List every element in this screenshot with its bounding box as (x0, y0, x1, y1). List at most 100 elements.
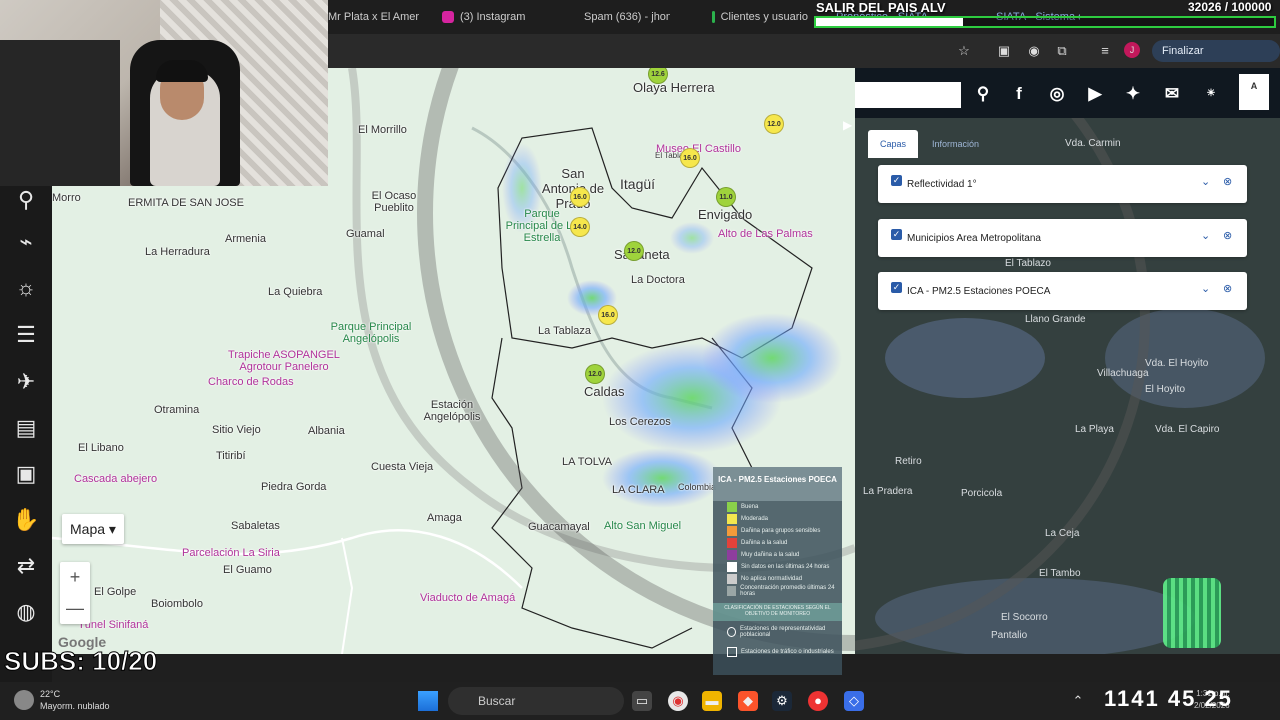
tab-informacion[interactable]: Información (920, 130, 991, 158)
tab-instagram[interactable]: (3) Instagram (442, 6, 562, 28)
station-marker[interactable]: 16.0 (598, 305, 618, 325)
folder-icon[interactable]: ▬ (702, 691, 722, 711)
legend-swatch (727, 514, 737, 524)
place-la-quiebra: La Quiebra (268, 286, 323, 298)
weather-icon[interactable] (14, 690, 34, 710)
globe-icon[interactable]: ◍ (10, 596, 42, 628)
profile-avatar[interactable]: J (1124, 42, 1140, 58)
legend-item: Concentración promedio últimas 24 horas (713, 585, 842, 597)
remove-layer-icon[interactable]: ⊗ (1223, 282, 1232, 295)
station-marker[interactable]: 12.0 (764, 114, 784, 134)
chevron-down-icon[interactable]: ⌄ (1201, 229, 1210, 242)
radar-icon[interactable]: ⌁ (10, 226, 42, 258)
place-el-ocaso-pueblito: El Ocaso Pueblito (371, 190, 417, 214)
station-marker[interactable]: 12.0 (624, 241, 644, 261)
place-parque-la-estrella: Parque Principal de La Estrella (505, 208, 579, 244)
zoom-out-button[interactable]: — (60, 593, 90, 624)
legend-items: Buena Moderada Dañina para grupos sensible… (713, 501, 842, 597)
checkbox-checked[interactable]: ✓ (891, 175, 902, 186)
station-marker[interactable]: 14.0 (570, 217, 590, 237)
place-colombia: Colombia (678, 482, 717, 492)
tab-gmail[interactable]: Spam (636) - jhon (578, 6, 670, 28)
update-button[interactable]: Finalizar actualización (1152, 40, 1280, 79)
right-place: La Ceja (1045, 528, 1080, 539)
zoom-in-button[interactable]: + (60, 562, 90, 593)
twitter-icon[interactable]: ✦ (1121, 82, 1145, 106)
legend-item: Buena (713, 501, 842, 513)
siata-logo: ☀ (1206, 88, 1216, 99)
arrows-icon[interactable]: ⇄ (10, 550, 42, 582)
layer-municipios[interactable]: ✓ Municipios Area Metropolitana ⌄ ⊗ (878, 219, 1247, 257)
place-envigado: Envigado (698, 207, 753, 222)
steam-icon[interactable]: ⚙ (772, 691, 792, 711)
tab-mr-plata[interactable]: Mr Plata x El Amer✕ (328, 6, 426, 28)
extension-icon[interactable]: ◉ (1025, 42, 1043, 60)
mail-icon[interactable]: ✉ (1160, 82, 1184, 106)
place-boiombolo: Boiombolo (151, 598, 203, 610)
place-piedra-gorda: Piedra Gorda (261, 481, 327, 493)
station-marker[interactable]: 16.0 (680, 148, 700, 168)
task-view-icon[interactable]: ▭ (632, 691, 652, 711)
chevron-down-icon[interactable]: ⌄ (1201, 175, 1210, 188)
taskbar-search[interactable]: Buscar (448, 687, 624, 715)
map-type-dropdown[interactable]: Mapa ▾ (62, 514, 124, 544)
search-icon[interactable]: ⚲ (971, 82, 995, 106)
place-amaga: Amaga (427, 512, 462, 524)
station-marker[interactable]: 16.0 (570, 187, 590, 207)
place-alto-de-las-palmas: Alto de Las Palmas (718, 228, 813, 240)
remove-layer-icon[interactable]: ⊗ (1223, 229, 1232, 242)
tab-capas[interactable]: Capas (868, 130, 919, 158)
weather-icon[interactable]: ☼ (10, 272, 42, 304)
brave-icon[interactable]: ◆ (738, 691, 758, 711)
hand-icon[interactable]: ✋ (10, 504, 42, 536)
taskbar: 22°C Mayorm. nublado Buscar ▭ ◉ ▬ ◆ ⚙ ● ◇… (0, 682, 1280, 720)
puzzle-icon[interactable]: ⧉ (1053, 42, 1071, 60)
legend-label: Buena (741, 504, 759, 510)
legend-label: Dañina a la salud (741, 540, 788, 546)
satellite-icon[interactable]: ✈ (10, 366, 42, 398)
legend-item: Dañina para grupos sensibles (713, 525, 842, 537)
layer-ica-pm25[interactable]: ✓ ICA - PM2.5 Estaciones POECA ⌄ ⊗ (878, 272, 1247, 310)
place-albania: Albania (308, 425, 345, 437)
remove-layer-icon[interactable]: ⊗ (1223, 175, 1232, 188)
place-caldas: Caldas (584, 384, 625, 399)
start-button[interactable] (418, 691, 438, 711)
instagram-icon[interactable]: ◎ (1045, 82, 1069, 106)
layers-icon[interactable]: ☰ (10, 319, 42, 351)
legend-label: Moderada (741, 516, 769, 522)
place-los-cerezos: Los Cerezos (609, 416, 671, 428)
obs-icon[interactable]: ● (808, 691, 828, 711)
right-place: Porcicola (961, 488, 1003, 499)
youtube-icon[interactable]: ▶ (1083, 82, 1107, 106)
checkbox-checked[interactable]: ✓ (891, 229, 902, 240)
chrome-icon[interactable]: ◉ (668, 691, 688, 711)
right-place: El Hoyito (1145, 384, 1186, 395)
media-icon[interactable]: ▣ (995, 42, 1013, 60)
right-place: La Pradera (863, 486, 913, 497)
station-marker[interactable]: 12.0 (585, 364, 605, 384)
chevron-down-icon[interactable]: ⌄ (1201, 282, 1210, 295)
map-icon[interactable]: ▤ (10, 412, 42, 444)
legend-subtitle: CLASIFICACIÓN DE ESTACIONES SEGÚN EL OBJ… (713, 603, 842, 621)
weather-widget[interactable]: 22°C Mayorm. nublado (40, 688, 110, 712)
station-marker[interactable]: 11.0 (716, 187, 736, 207)
collapse-panel-icon[interactable]: ▶ (843, 118, 852, 132)
place-el-libano: El Libano (78, 442, 124, 454)
chevron-up-icon[interactable]: ⌃ (1068, 691, 1088, 711)
legend-swatch (727, 586, 737, 596)
place-morro: Morro (52, 192, 81, 204)
goal-progress-fill (816, 18, 963, 26)
playlist-icon[interactable]: ≡ (1096, 42, 1114, 60)
legend-label: Dañina para grupos sensibles (741, 528, 821, 534)
app-icon[interactable]: ◇ (844, 691, 864, 711)
tab-clientes[interactable]: Clientes y usuario (712, 6, 808, 28)
facebook-icon[interactable]: f (1007, 82, 1031, 106)
legend-item: Moderada (713, 513, 842, 525)
place-el-golpe: El Golpe (94, 586, 137, 598)
bookmark-star-icon[interactable]: ☆ (955, 42, 973, 60)
checkbox-checked[interactable]: ✓ (891, 282, 902, 293)
layer-reflectividad[interactable]: ✓ Reflectividad 1° ⌄ ⊗ (878, 165, 1247, 203)
place-sabaletas: Sabaletas (231, 520, 280, 532)
image-icon[interactable]: ▣ (10, 458, 42, 490)
walker-icon[interactable]: ⚲ (10, 184, 42, 216)
